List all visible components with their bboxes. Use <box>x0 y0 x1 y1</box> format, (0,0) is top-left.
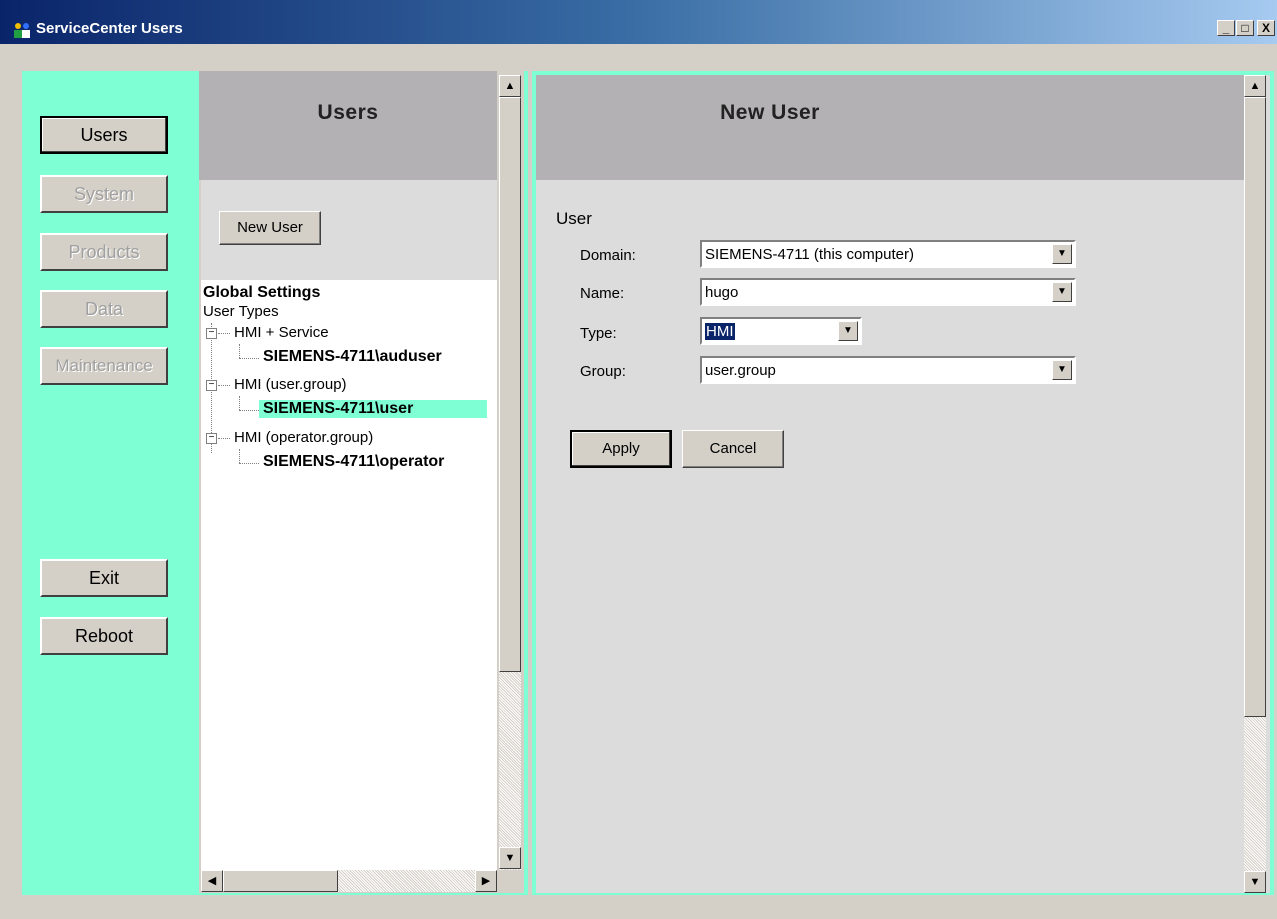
tree-group-hmi-service[interactable]: HMI + Service <box>234 324 329 341</box>
domain-value: SIEMENS-4711 (this computer) <box>705 246 914 263</box>
scroll-thumb[interactable] <box>1244 97 1266 717</box>
name-combo[interactable]: hugo ▼ <box>700 278 1076 306</box>
minimize-button[interactable]: _ <box>1217 20 1235 36</box>
users-horizontal-scrollbar[interactable]: ◀ ▶ <box>201 870 497 892</box>
nav-products-button[interactable]: Products <box>40 233 168 271</box>
user-tree: Global Settings User Types − HMI + Servi… <box>201 280 497 876</box>
users-panel-header: Users <box>199 71 497 180</box>
new-user-panel-header: New User <box>536 75 1244 180</box>
exit-button[interactable]: Exit <box>40 559 168 597</box>
new-user-panel-title: New User <box>720 101 820 124</box>
apply-button[interactable]: Apply <box>570 430 672 468</box>
group-select[interactable]: user.group ▼ <box>700 356 1076 384</box>
scroll-up-arrow-icon[interactable]: ▲ <box>499 75 521 97</box>
new-user-button[interactable]: New User <box>219 211 321 245</box>
reboot-button[interactable]: Reboot <box>40 617 168 655</box>
title-bar: ServiceCenter Users _ □ X <box>0 0 1277 44</box>
tree-user-operator[interactable]: SIEMENS-4711\operator <box>263 453 444 471</box>
nav-data-button[interactable]: Data <box>40 290 168 328</box>
type-label: Type: <box>580 325 617 342</box>
scroll-thumb[interactable] <box>499 97 521 672</box>
nav-system-button[interactable]: System <box>40 175 168 213</box>
nav-sidebar: Users System Products Data Maintenance E… <box>22 71 198 895</box>
tree-group-hmi-user[interactable]: HMI (user.group) <box>234 376 347 393</box>
chevron-down-icon[interactable]: ▼ <box>1052 360 1072 380</box>
group-value: user.group <box>705 362 776 379</box>
tree-user-auduser[interactable]: SIEMENS-4711\auduser <box>263 348 442 366</box>
close-button[interactable]: X <box>1257 20 1275 36</box>
users-toolbar: New User <box>201 180 497 280</box>
new-user-vertical-scrollbar[interactable]: ▲ ▼ <box>1244 75 1266 893</box>
nav-maintenance-button[interactable]: Maintenance <box>40 347 168 385</box>
users-app-icon <box>14 23 30 38</box>
nav-users-button[interactable]: Users <box>40 116 168 154</box>
chevron-down-icon[interactable]: ▼ <box>1052 244 1072 264</box>
users-panel: Users New User Global Settings User Type… <box>198 71 528 895</box>
scroll-down-arrow-icon[interactable]: ▼ <box>499 847 521 869</box>
maximize-button[interactable]: □ <box>1236 20 1254 36</box>
users-vertical-scrollbar[interactable]: ▲ ▼ <box>499 75 521 870</box>
type-value: HMI <box>705 323 735 340</box>
user-section-label: User <box>556 209 592 228</box>
type-select[interactable]: HMI ▼ <box>700 317 862 345</box>
domain-select[interactable]: SIEMENS-4711 (this computer) ▼ <box>700 240 1076 268</box>
group-label: Group: <box>580 363 626 380</box>
tree-collapse-icon[interactable]: − <box>206 328 217 339</box>
scroll-left-arrow-icon[interactable]: ◀ <box>201 870 223 892</box>
scroll-right-arrow-icon[interactable]: ▶ <box>475 870 497 892</box>
tree-collapse-icon[interactable]: − <box>206 433 217 444</box>
domain-label: Domain: <box>580 247 636 264</box>
tree-user-user-selected[interactable]: SIEMENS-4711\user <box>259 400 487 418</box>
name-label: Name: <box>580 285 625 302</box>
tree-user-types[interactable]: User Types <box>203 303 279 320</box>
new-user-panel: New User User Domain: SIEMENS-4711 (this… <box>532 71 1274 895</box>
window-title: ServiceCenter Users <box>36 20 183 37</box>
cancel-button[interactable]: Cancel <box>682 430 784 468</box>
chevron-down-icon[interactable]: ▼ <box>838 321 858 341</box>
tree-global-settings[interactable]: Global Settings <box>203 284 320 302</box>
scroll-down-arrow-icon[interactable]: ▼ <box>1244 871 1266 893</box>
scroll-up-arrow-icon[interactable]: ▲ <box>1244 75 1266 97</box>
tree-group-hmi-operator[interactable]: HMI (operator.group) <box>234 429 373 446</box>
chevron-down-icon[interactable]: ▼ <box>1052 282 1072 302</box>
tree-collapse-icon[interactable]: − <box>206 380 217 391</box>
hscroll-thumb[interactable] <box>223 870 338 892</box>
name-value: hugo <box>705 284 739 301</box>
